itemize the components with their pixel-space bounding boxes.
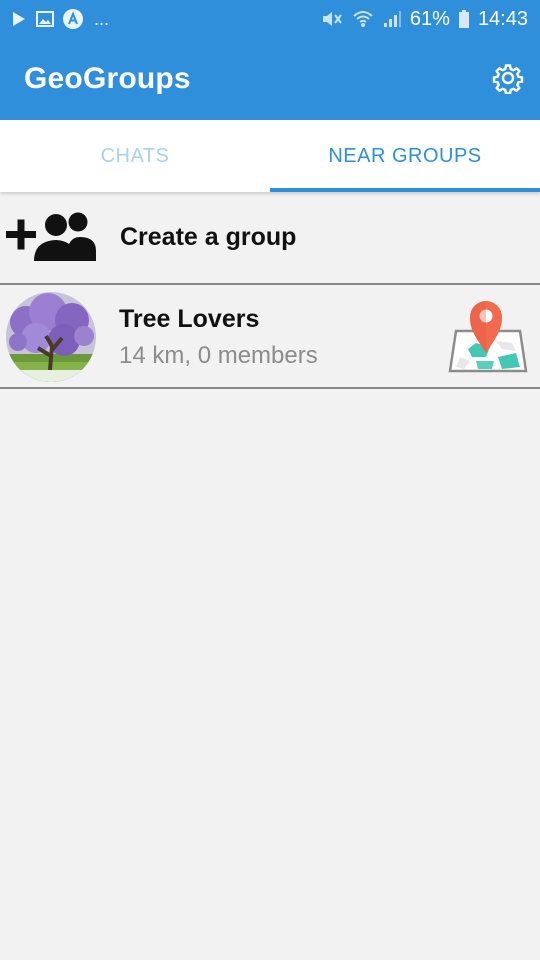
map-pin-icon	[448, 301, 528, 373]
group-map-button[interactable]	[446, 291, 530, 383]
status-bar: ... 61% 14:43	[0, 0, 540, 38]
signal-icon	[383, 11, 401, 27]
tab-near-groups[interactable]: NEAR GROUPS	[270, 120, 540, 192]
mute-icon	[322, 12, 342, 26]
app-bar: GeoGroups	[0, 38, 540, 120]
tab-bar: CHATS NEAR GROUPS	[0, 120, 540, 192]
tab-chats[interactable]: CHATS	[0, 120, 270, 192]
create-group-row[interactable]: Create a group	[0, 193, 540, 283]
create-group-label: Create a group	[120, 223, 297, 251]
battery-percent: 61%	[409, 7, 450, 30]
gear-icon	[492, 64, 524, 94]
image-icon	[36, 11, 54, 27]
more-notifications: ...	[94, 9, 110, 29]
play-store-icon	[13, 12, 25, 26]
divider	[0, 387, 540, 389]
tab-indicator	[270, 188, 540, 192]
app-a-icon	[63, 9, 83, 29]
divider	[0, 283, 540, 285]
settings-button[interactable]	[490, 60, 526, 96]
clock: 14:43	[477, 7, 528, 30]
add-group-icon	[6, 212, 96, 261]
app-title: GeoGroups	[24, 62, 191, 95]
group-list-item[interactable]: Tree Lovers 14 km, 0 members	[0, 286, 540, 387]
battery-icon	[458, 10, 469, 28]
wifi-icon	[353, 11, 373, 27]
status-notifications: ...	[10, 6, 109, 32]
group-name: Tree Lovers	[119, 305, 260, 333]
group-avatar	[6, 292, 96, 382]
status-system: 61% 14:43	[320, 6, 528, 32]
group-distance-members: 14 km, 0 members	[119, 342, 318, 369]
